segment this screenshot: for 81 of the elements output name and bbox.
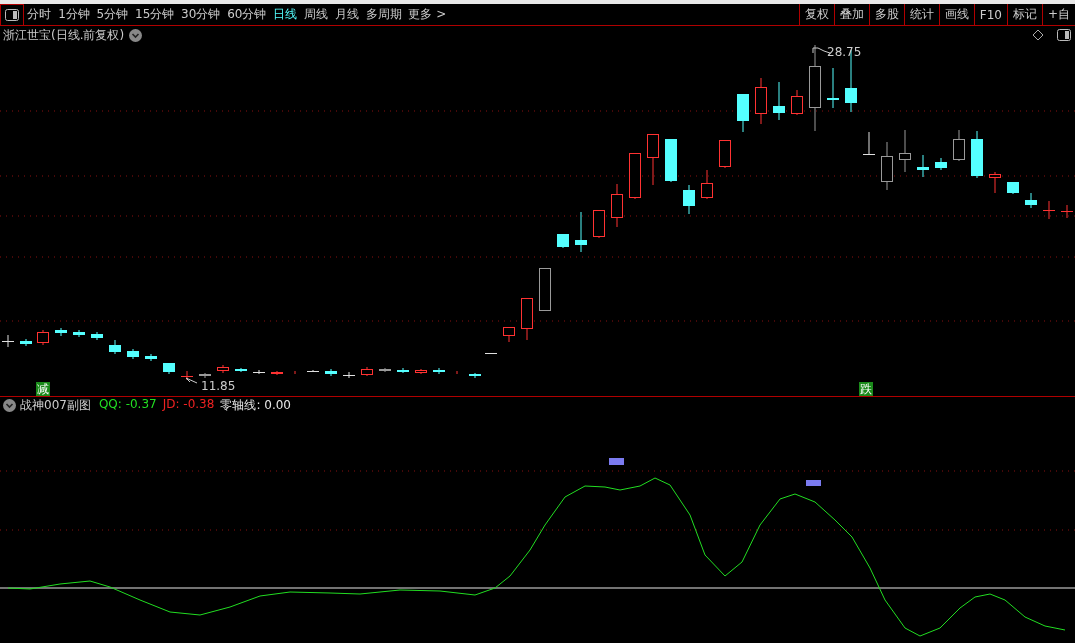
period-tab[interactable]: 60分钟: [223, 6, 270, 23]
candlestick: [593, 209, 605, 239]
candlestick: [306, 369, 320, 373]
candlestick: [145, 353, 157, 362]
pointer-arrow-icon: [185, 377, 198, 384]
candlestick: [989, 171, 1001, 194]
period-tab[interactable]: 5分钟: [93, 6, 132, 23]
candlestick: [773, 81, 785, 121]
candlestick: [881, 141, 893, 191]
candlestick: [252, 369, 266, 375]
panel-toggle-button[interactable]: [0, 4, 24, 25]
candlestick: [73, 329, 85, 338]
candlestick: [665, 138, 677, 183]
period-tab[interactable]: 15分钟: [131, 6, 178, 23]
candlestick: [503, 326, 515, 343]
candlestick: [294, 370, 296, 375]
candlestick: [899, 129, 911, 173]
candlestick: [91, 331, 103, 341]
chevron-down-icon[interactable]: [3, 399, 16, 412]
period-tab[interactable]: 月线: [331, 6, 363, 23]
signal-label: 跌: [859, 382, 873, 396]
candlestick: [953, 129, 965, 162]
candlestick: [575, 211, 587, 253]
candlestick: [935, 157, 947, 171]
chart-title: 浙江世宝(日线.前复权): [3, 26, 125, 44]
candlestick: [127, 348, 139, 360]
candlestick: [647, 133, 659, 186]
candlestick: [484, 352, 498, 354]
period-tab[interactable]: 1分钟: [54, 6, 94, 23]
chevron-down-icon[interactable]: [129, 28, 143, 42]
candlestick: [180, 370, 194, 381]
indicator-name: 战神007副图: [20, 397, 91, 414]
marker-block: [609, 458, 624, 465]
low-price-label: 11.85: [201, 379, 236, 393]
candlestick: [629, 152, 641, 200]
candlestick: [456, 370, 458, 375]
candlestick: [55, 327, 67, 337]
candlestick: [397, 367, 409, 374]
candlestick: [791, 89, 803, 116]
candlestick: [971, 130, 983, 179]
period-tab[interactable]: 日线: [269, 6, 301, 23]
period-tab[interactable]: 多周期: [362, 6, 405, 23]
period-tab[interactable]: 周线: [300, 6, 332, 23]
candlestick: [342, 371, 356, 379]
diamond-icon[interactable]: [1032, 29, 1044, 41]
candlestick: [469, 372, 481, 379]
candlestick: [827, 67, 839, 109]
panel-icon: [5, 9, 19, 21]
candlestick: [325, 368, 337, 377]
candlestick: [37, 329, 49, 346]
candlestick: [361, 366, 373, 377]
candlestick: [755, 77, 767, 125]
candlestick: [539, 267, 551, 312]
candlestick: [862, 131, 876, 156]
candlestick: [611, 183, 623, 228]
candlestick: [683, 184, 695, 215]
candlestick: [1, 334, 15, 348]
legend-value: 零轴线: 0.00: [220, 397, 291, 414]
high-price-label: 28.75: [827, 45, 862, 59]
marker-block: [806, 480, 821, 486]
candlestick: [1007, 181, 1019, 195]
signal-label: 减: [36, 382, 50, 396]
legend-value: QQ: -0.37: [98, 397, 157, 413]
period-tab[interactable]: 30分钟: [177, 6, 224, 23]
candlestick: [109, 339, 121, 355]
candlestick: [1025, 192, 1037, 209]
candlestick: [1060, 204, 1074, 219]
candlestick: [521, 297, 533, 341]
period-tab[interactable]: 分时: [24, 6, 55, 23]
candlestick: [737, 93, 749, 133]
candlestick: [20, 338, 32, 347]
candlestick: [719, 139, 731, 169]
panel-icon[interactable]: [1057, 29, 1071, 41]
candlestick: [917, 154, 929, 178]
candlestick: [701, 169, 713, 200]
candlestick: [433, 367, 445, 375]
candlestick: [557, 233, 569, 249]
period-tab[interactable]: 更多 >: [404, 6, 450, 23]
legend-value: JD: -0.38: [162, 397, 215, 413]
candlestick: [1042, 200, 1056, 220]
candlestick: [163, 362, 175, 375]
